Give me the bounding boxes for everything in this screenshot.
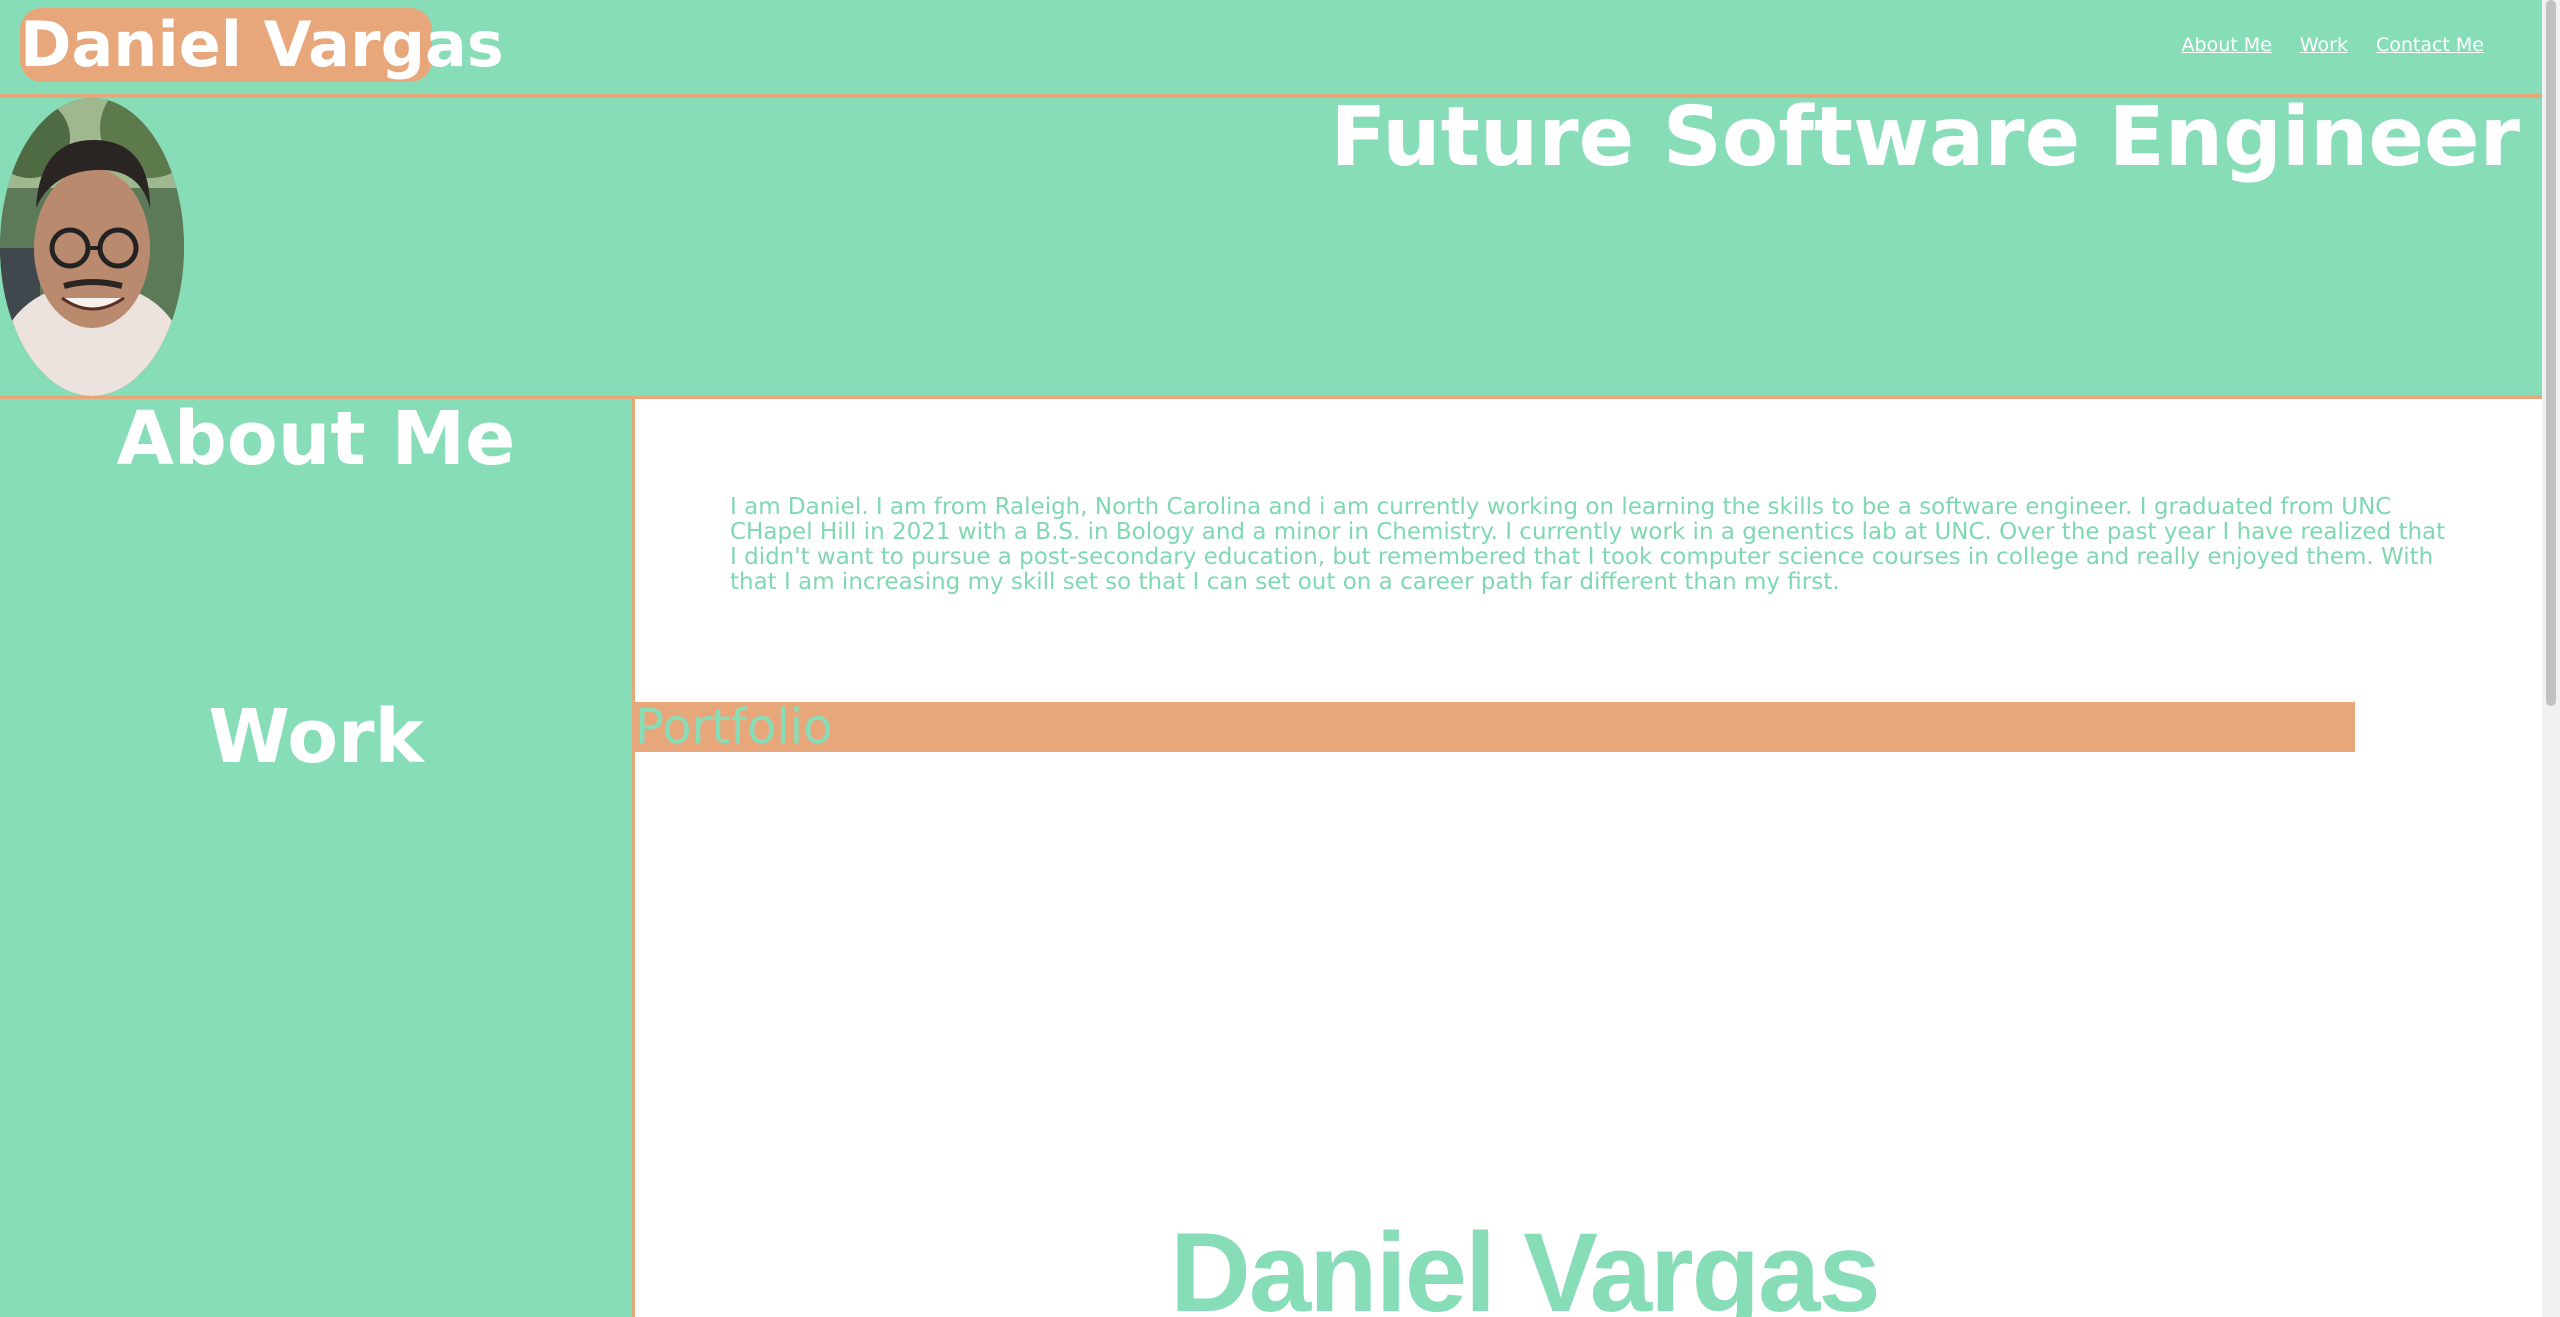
site-header: Daniel Vargas About Me Work Contact Me xyxy=(0,0,2542,98)
main-nav: About Me Work Contact Me xyxy=(2182,34,2484,56)
hero-tagline: Future Software Engineer xyxy=(1330,90,2520,185)
about-me-heading: About Me xyxy=(116,396,516,482)
vertical-scrollbar[interactable] xyxy=(2542,0,2560,1317)
profile-photo xyxy=(0,98,184,396)
work-heading: Work xyxy=(208,694,424,780)
nav-link-contact-me[interactable]: Contact Me xyxy=(2376,34,2484,56)
brand-logo[interactable]: Daniel Vargas xyxy=(20,8,504,82)
footer-logo: Daniel Vargas xyxy=(1170,1210,1881,1317)
about-me-text: I am Daniel. I am from Raleigh, North Ca… xyxy=(730,494,2446,595)
portfolio-label: Portfolio xyxy=(635,699,833,755)
scrollbar-thumb[interactable] xyxy=(2546,0,2556,706)
sidebar: About Me Work xyxy=(0,399,635,1317)
page: Daniel Vargas About Me Work Contact Me F… xyxy=(0,0,2560,1317)
nav-link-work[interactable]: Work xyxy=(2300,34,2348,56)
nav-link-about-me[interactable]: About Me xyxy=(2182,34,2272,56)
hero-section: Future Software Engineer xyxy=(0,90,2542,399)
portfolio-bar: Portfolio xyxy=(635,702,2355,752)
